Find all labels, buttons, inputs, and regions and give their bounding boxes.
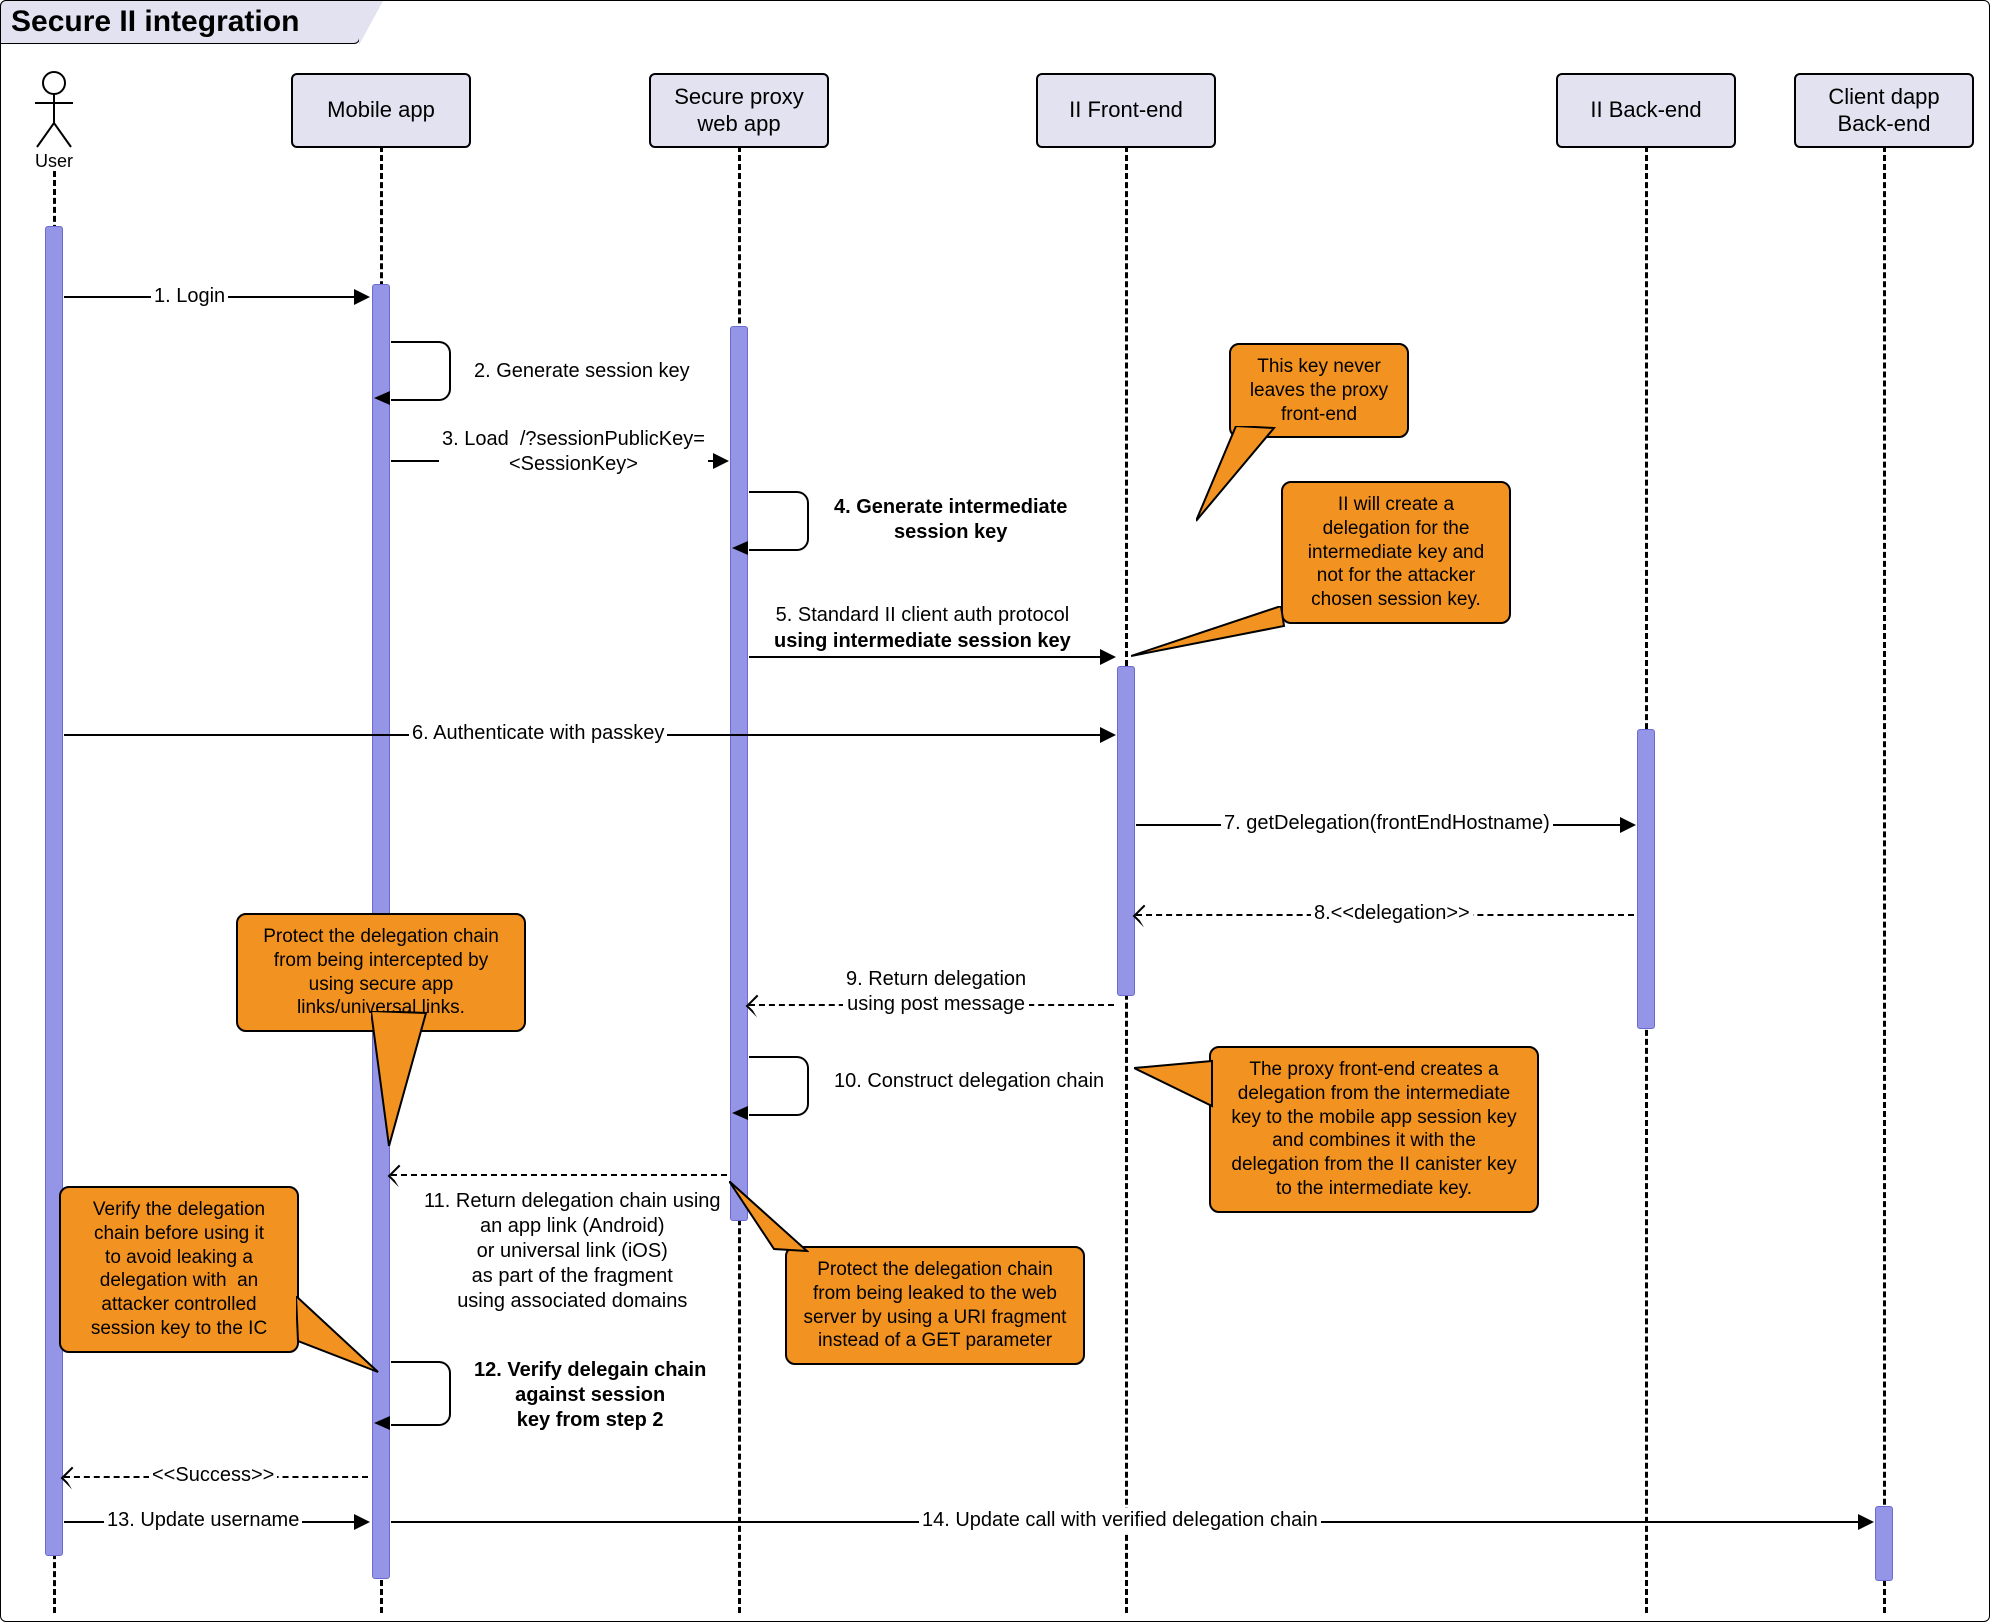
note-key-never-leaves: This key never leaves the proxy front-en… <box>1229 343 1409 438</box>
diagram-title: Secure II integration <box>0 0 360 44</box>
note-n5-text: Protect the delegation chain from being … <box>263 926 499 1018</box>
note-n2-text: II will create a delegation for the inte… <box>1308 494 1484 610</box>
note-n2-tail <box>1131 606 1286 661</box>
msg-4-label: 4. Generate intermediate session key <box>831 495 1070 545</box>
participant-proxy: Secure proxy web app <box>649 73 829 148</box>
msg-5b: using intermediate session key <box>774 630 1071 652</box>
participant-client-dapp: Client dapp Back-end <box>1794 73 1974 148</box>
note-n1-tail <box>1196 426 1276 526</box>
activation-ii-be <box>1637 729 1655 1029</box>
msg-5-label: 5. Standard II client auth protocol usin… <box>771 602 1074 654</box>
user-icon <box>29 71 79 149</box>
activation-proxy <box>730 326 748 1221</box>
msg-10-arrow <box>732 1106 748 1120</box>
msg-success-label: <<Success>> <box>149 1463 277 1488</box>
msg-12-label: 12. Verify delegain chain against sessio… <box>471 1358 709 1433</box>
lifeline-dapp <box>1883 146 1886 1613</box>
msg-9-label: 9. Return delegation using post message <box>843 967 1029 1017</box>
msg-8-label: 8.<<delegation>> <box>1311 901 1473 926</box>
activation-user <box>45 226 63 1556</box>
activation-ii-fe <box>1117 666 1135 996</box>
msg-3-label: 3. Load /?sessionPublicKey= <SessionKey> <box>439 427 708 477</box>
msg-7-label: 7. getDelegation(frontEndHostname) <box>1221 811 1553 836</box>
participant-ii-frontend: II Front-end <box>1036 73 1216 148</box>
note-n4-text: Protect the delegation chain from being … <box>804 1259 1067 1351</box>
participant-mobile-app: Mobile app <box>291 73 471 148</box>
msg-2-self <box>391 341 451 401</box>
diagram-frame: Secure II integration User Mobile app Se… <box>0 0 1990 1622</box>
actor-user: User <box>29 71 79 172</box>
activation-dapp <box>1875 1506 1893 1581</box>
note-n4-tail <box>729 1181 809 1266</box>
msg-11 <box>391 1174 727 1176</box>
msg-5a: 5. Standard II client auth protocol <box>776 604 1070 626</box>
msg-5 <box>749 656 1114 658</box>
note-verify-chain: Verify the delegation chain before using… <box>59 1186 299 1353</box>
msg-10-label: 10. Construct delegation chain <box>831 1069 1107 1094</box>
note-n3-tail <box>1134 1056 1214 1121</box>
actor-user-label: User <box>29 151 79 172</box>
msg-10-self <box>749 1056 809 1116</box>
participant-mobile-app-label: Mobile app <box>327 97 435 123</box>
note-n6-tail <box>296 1296 381 1376</box>
msg-2-label: 2. Generate session key <box>471 359 693 384</box>
note-uri-fragment: Protect the delegation chain from being … <box>785 1246 1085 1365</box>
note-proxy-creates: The proxy front-end creates a delegation… <box>1209 1046 1539 1213</box>
msg-14-label: 14. Update call with verified delegation… <box>919 1508 1321 1533</box>
participant-ii-backend: II Back-end <box>1556 73 1736 148</box>
note-n5-tail <box>371 1011 441 1151</box>
msg-11-label: 11. Return delegation chain using an app… <box>421 1189 724 1314</box>
msg-12-arrow <box>374 1416 390 1430</box>
msg-4-arrow <box>732 541 748 555</box>
msg-4-self <box>749 491 809 551</box>
msg-13-label: 13. Update username <box>104 1508 302 1533</box>
participant-client-dapp-label: Client dapp Back-end <box>1828 84 1939 137</box>
msg-12-self <box>391 1361 451 1426</box>
msg-2-arrow <box>374 391 390 405</box>
msg-1-login-label: 1. Login <box>151 284 228 309</box>
participant-proxy-label: Secure proxy web app <box>674 84 804 137</box>
participant-ii-frontend-label: II Front-end <box>1069 97 1183 123</box>
note-ii-delegation: II will create a delegation for the inte… <box>1281 481 1511 624</box>
participant-ii-backend-label: II Back-end <box>1590 97 1701 123</box>
note-n1-text: This key never leaves the proxy front-en… <box>1250 356 1388 425</box>
note-n3-text: The proxy front-end creates a delegation… <box>1231 1059 1516 1199</box>
msg-6-label: 6. Authenticate with passkey <box>409 721 667 746</box>
note-n6-text: Verify the delegation chain before using… <box>91 1199 267 1339</box>
